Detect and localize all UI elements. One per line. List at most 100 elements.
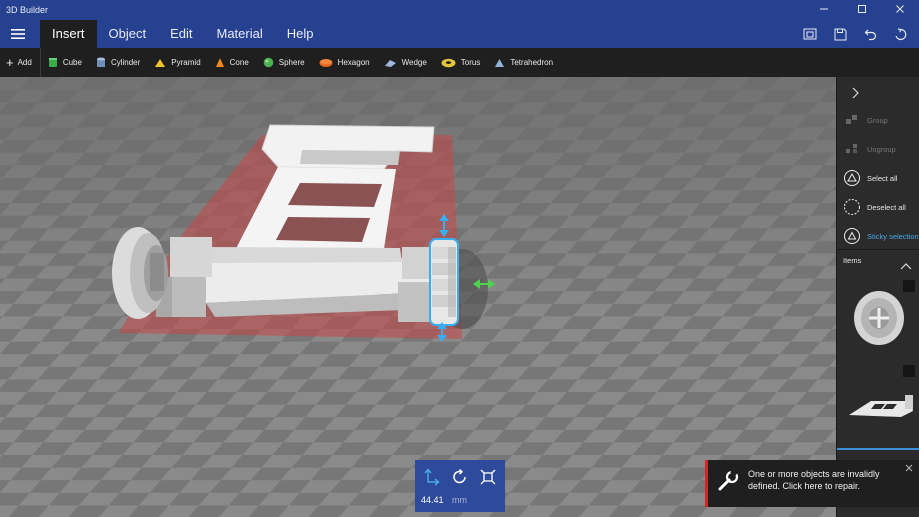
select-all-icon (843, 169, 861, 187)
add-label: Add (17, 58, 32, 67)
group-button[interactable]: Group (843, 108, 919, 132)
wedge-icon (384, 59, 396, 67)
items-heading: Items (843, 256, 862, 265)
deselect-all-icon (843, 198, 861, 216)
maximize-button[interactable] (843, 0, 881, 18)
save-button[interactable] (827, 22, 853, 46)
redo-icon (894, 27, 906, 40)
sphere-icon (263, 57, 274, 68)
undo-button[interactable] (857, 22, 883, 46)
item-frame-thumbnail[interactable] (841, 387, 919, 423)
hamburger-icon (11, 29, 25, 39)
tab-help[interactable]: Help (275, 20, 326, 48)
insert-tetrahedron-button[interactable]: Tetrahedron (487, 48, 560, 77)
hexagon-icon (319, 58, 333, 67)
insert-cone-button[interactable]: Cone (208, 48, 256, 77)
size-unit: mm (452, 495, 467, 505)
rotate-icon (453, 468, 466, 484)
size-value[interactable]: 44.41 (421, 495, 444, 505)
window-controls (805, 0, 919, 18)
insert-hexagon-button[interactable]: Hexagon (312, 48, 377, 77)
notification-message: One or more objects are invalidly define… (748, 469, 880, 491)
tab-object[interactable]: Object (97, 20, 159, 48)
3d-viewport[interactable] (0, 77, 836, 517)
sticky-selection-icon (843, 227, 861, 245)
insert-sphere-button[interactable]: Sphere (256, 48, 312, 77)
shape-label-tetrahedron: Tetrahedron (510, 58, 554, 67)
shape-label-wedge: Wedge (401, 58, 427, 67)
scale-tool-button[interactable] (479, 468, 497, 486)
close-button[interactable] (881, 0, 919, 18)
scale-icon (480, 469, 496, 485)
hamburger-menu-button[interactable] (0, 20, 36, 48)
group-icon (843, 111, 861, 129)
rotate-tool-button[interactable] (451, 468, 469, 486)
move-tool-button[interactable] (423, 468, 441, 486)
insert-cylinder-button[interactable]: Cylinder (89, 48, 147, 77)
tab-insert[interactable]: Insert (40, 20, 97, 48)
tab-material[interactable]: Material (205, 20, 275, 48)
insert-ribbon: + Add Cube Cylinder Pyramid Cone Sphere … (0, 48, 919, 77)
minimize-button[interactable] (805, 0, 843, 18)
move-icon (424, 468, 440, 486)
selection-panel: Group Ungroup Select all Deselect all St… (836, 77, 919, 517)
tetrahedron-icon (495, 58, 505, 67)
insert-pyramid-button[interactable]: Pyramid (147, 48, 207, 77)
redo-button[interactable] (887, 22, 913, 46)
insert-wedge-button[interactable]: Wedge (377, 48, 434, 77)
panel-divider (837, 249, 919, 250)
ungroup-label: Ungroup (867, 144, 896, 154)
maximize-icon (858, 5, 866, 13)
ungroup-button[interactable]: Ungroup (843, 137, 919, 161)
chevron-right-icon (852, 87, 859, 99)
group-label: Group (867, 115, 888, 125)
close-icon (905, 464, 913, 472)
menu-tabs: Insert Object Edit Material Help (40, 20, 326, 48)
quick-actions (797, 22, 913, 46)
shape-label-cylinder: Cylinder (110, 58, 141, 67)
close-icon (896, 5, 904, 13)
cube-icon (48, 58, 57, 67)
shape-label-cone: Cone (229, 58, 249, 67)
deselect-all-label: Deselect all (867, 202, 906, 212)
shape-label-pyramid: Pyramid (171, 58, 201, 67)
insert-torus-button[interactable]: Torus (434, 48, 488, 77)
item-wheel-thumbnail[interactable] (841, 285, 919, 351)
chevron-up-icon (900, 263, 912, 270)
shape-label-torus: Torus (460, 58, 481, 67)
collapse-items-button[interactable] (900, 257, 914, 270)
torus-icon (441, 58, 456, 67)
view-3d-button[interactable] (797, 22, 823, 46)
insert-cube-button[interactable]: Cube (41, 48, 89, 77)
sticky-selection-button[interactable]: Sticky selection (843, 224, 919, 248)
ungroup-icon (843, 140, 861, 158)
selected-wheel[interactable] (429, 238, 459, 326)
title-bar: 3D Builder Insert Object Edit Material H… (0, 0, 919, 48)
minimize-icon (820, 8, 828, 10)
3d-view-icon (803, 28, 817, 40)
close-notification-button[interactable] (903, 463, 915, 475)
item-color-swatch[interactable] (903, 365, 915, 377)
select-all-label: Select all (867, 173, 898, 183)
items-scrollbar[interactable] (837, 448, 919, 450)
expand-panel-button[interactable] (845, 83, 865, 103)
app-title: 3D Builder (6, 5, 49, 15)
shape-label-cube: Cube (62, 58, 82, 67)
cone-icon (215, 58, 224, 67)
undo-icon (864, 29, 876, 40)
select-all-button[interactable]: Select all (843, 166, 919, 190)
scene-canvas[interactable] (0, 77, 836, 517)
cylinder-icon (96, 57, 105, 67)
repair-notification[interactable]: One or more objects are invalidly define… (705, 460, 919, 507)
save-icon (834, 28, 846, 40)
tab-edit[interactable]: Edit (158, 20, 204, 48)
plus-icon: + (6, 55, 14, 70)
shape-label-sphere: Sphere (278, 58, 305, 67)
wrench-icon (716, 468, 740, 493)
sticky-selection-label: Sticky selection (867, 231, 919, 241)
transform-toolbar: 44.41 mm (415, 460, 505, 512)
add-button[interactable]: + Add (0, 48, 41, 77)
pyramid-icon (155, 58, 166, 67)
deselect-all-button[interactable]: Deselect all (843, 195, 919, 219)
shape-label-hexagon: Hexagon (337, 58, 370, 67)
